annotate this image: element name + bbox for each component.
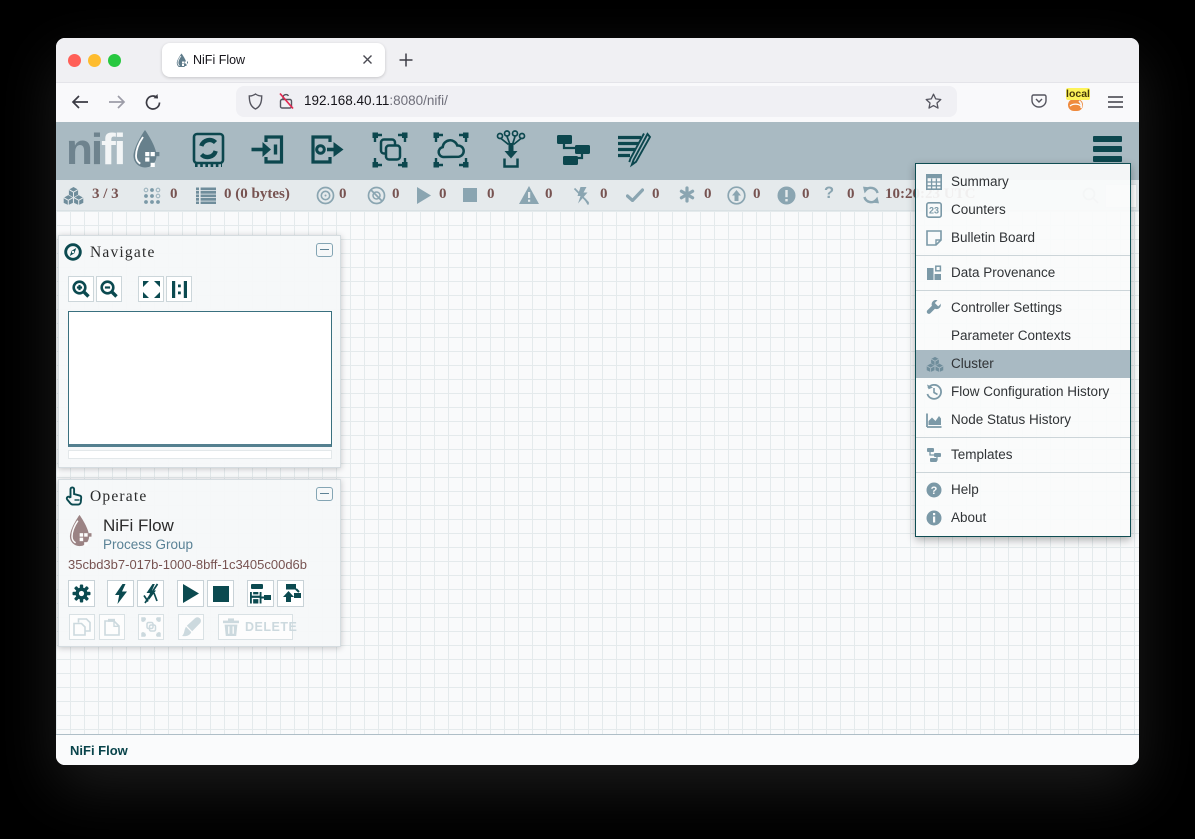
svg-text:23: 23: [929, 206, 939, 216]
svg-text:?: ?: [931, 485, 938, 497]
